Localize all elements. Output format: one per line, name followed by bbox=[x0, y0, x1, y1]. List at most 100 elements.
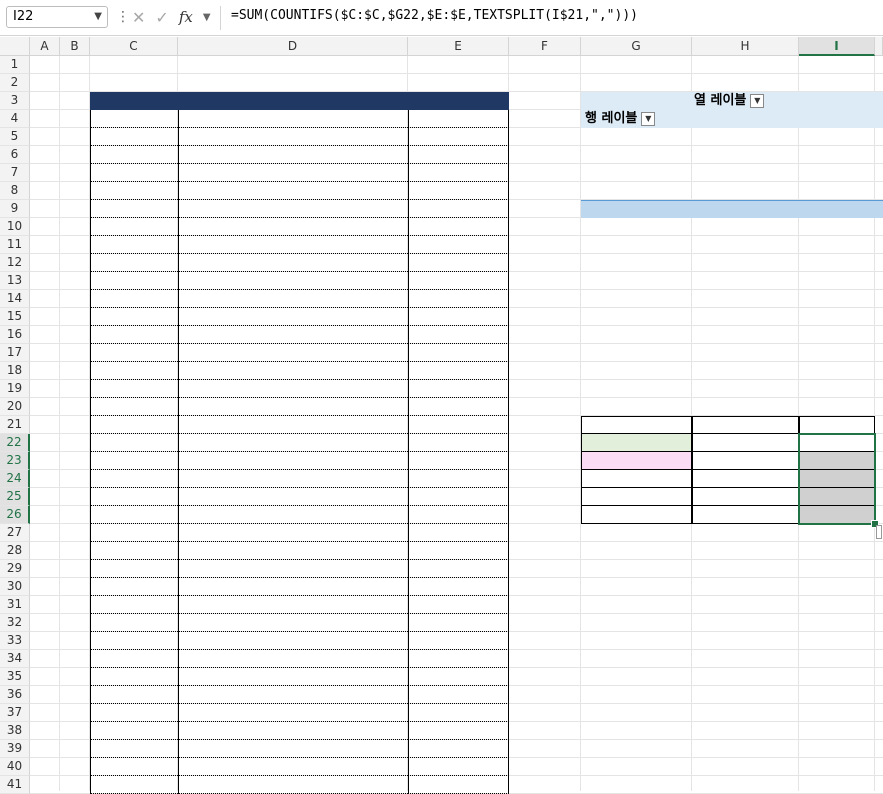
region-cell[interactable] bbox=[408, 344, 509, 362]
row-header[interactable]: 40 bbox=[0, 758, 30, 776]
region-cell[interactable] bbox=[408, 254, 509, 272]
note-cell[interactable] bbox=[178, 776, 408, 794]
row-header[interactable]: 29 bbox=[0, 560, 30, 578]
region-cell[interactable] bbox=[408, 488, 509, 506]
count-header-blank[interactable] bbox=[581, 416, 692, 434]
note-cell[interactable] bbox=[178, 380, 408, 398]
region-cell[interactable] bbox=[408, 596, 509, 614]
owner-cell[interactable] bbox=[90, 236, 178, 254]
owner-cell[interactable] bbox=[90, 218, 178, 236]
more-options-icon[interactable]: ⋮ bbox=[116, 9, 130, 25]
column-header-partial[interactable] bbox=[875, 37, 883, 56]
region-cell[interactable] bbox=[408, 128, 509, 146]
note-cell[interactable] bbox=[178, 200, 408, 218]
owner-cell[interactable] bbox=[90, 200, 178, 218]
quick-analysis-icon[interactable] bbox=[876, 525, 882, 539]
row-header[interactable]: 6 bbox=[0, 146, 30, 164]
owner-cell[interactable] bbox=[90, 362, 178, 380]
cancel-icon[interactable]: ✕ bbox=[132, 8, 145, 27]
table-header-cell[interactable] bbox=[178, 92, 408, 110]
note-cell[interactable] bbox=[178, 236, 408, 254]
region-cell[interactable] bbox=[408, 632, 509, 650]
note-cell[interactable] bbox=[178, 650, 408, 668]
region-cell[interactable] bbox=[408, 722, 509, 740]
note-cell[interactable] bbox=[178, 542, 408, 560]
row-header[interactable]: 4 bbox=[0, 110, 30, 128]
table-header-cell[interactable] bbox=[408, 92, 509, 110]
region-cell[interactable] bbox=[408, 434, 509, 452]
count-value[interactable] bbox=[799, 452, 875, 470]
row-header[interactable]: 28 bbox=[0, 542, 30, 560]
owner-cell[interactable] bbox=[90, 470, 178, 488]
note-cell[interactable] bbox=[178, 578, 408, 596]
pivot-value[interactable] bbox=[799, 182, 875, 200]
pivot-value[interactable] bbox=[692, 146, 799, 164]
column-header-i[interactable]: I bbox=[799, 37, 875, 56]
note-cell[interactable] bbox=[178, 128, 408, 146]
note-cell[interactable] bbox=[178, 434, 408, 452]
note-cell[interactable] bbox=[178, 218, 408, 236]
owner-cell[interactable] bbox=[90, 542, 178, 560]
pivot-value[interactable] bbox=[692, 182, 799, 200]
pivot-value[interactable] bbox=[799, 128, 875, 146]
note-cell[interactable] bbox=[178, 290, 408, 308]
select-all-corner[interactable] bbox=[0, 37, 30, 56]
region-cell[interactable] bbox=[408, 758, 509, 776]
count-col-header[interactable] bbox=[799, 416, 875, 434]
owner-cell[interactable] bbox=[90, 254, 178, 272]
row-header[interactable]: 41 bbox=[0, 776, 30, 794]
row-header[interactable]: 17 bbox=[0, 344, 30, 362]
count-value[interactable] bbox=[692, 434, 799, 452]
region-cell[interactable] bbox=[408, 650, 509, 668]
count-row-name[interactable] bbox=[581, 506, 692, 524]
region-cell[interactable] bbox=[408, 326, 509, 344]
formula-input[interactable]: =SUM(COUNTIFS($C:$C,$G22,$E:$E,TEXTSPLIT… bbox=[231, 8, 638, 23]
table-header-cell[interactable] bbox=[90, 92, 178, 110]
pivot-total-value[interactable] bbox=[799, 200, 875, 218]
region-cell[interactable] bbox=[408, 668, 509, 686]
row-header[interactable]: 10 bbox=[0, 218, 30, 236]
owner-cell[interactable] bbox=[90, 416, 178, 434]
pivot-row-name[interactable] bbox=[581, 164, 692, 182]
owner-cell[interactable] bbox=[90, 560, 178, 578]
row-header[interactable]: 1 bbox=[0, 56, 30, 74]
row-header[interactable]: 15 bbox=[0, 308, 30, 326]
note-cell[interactable] bbox=[178, 524, 408, 542]
region-cell[interactable] bbox=[408, 542, 509, 560]
filter-dropdown-icon[interactable]: ▼ bbox=[641, 111, 656, 126]
column-header-a[interactable]: A bbox=[30, 37, 60, 56]
row-header[interactable]: 7 bbox=[0, 164, 30, 182]
region-cell[interactable] bbox=[408, 614, 509, 632]
note-cell[interactable] bbox=[178, 470, 408, 488]
row-header[interactable]: 38 bbox=[0, 722, 30, 740]
pivot-value[interactable] bbox=[799, 146, 875, 164]
note-cell[interactable] bbox=[178, 740, 408, 758]
region-cell[interactable] bbox=[408, 578, 509, 596]
owner-cell[interactable] bbox=[90, 524, 178, 542]
region-cell[interactable] bbox=[408, 308, 509, 326]
owner-cell[interactable] bbox=[90, 632, 178, 650]
count-value[interactable] bbox=[692, 506, 799, 524]
count-row-name[interactable] bbox=[581, 434, 692, 452]
owner-cell[interactable] bbox=[90, 452, 178, 470]
row-header[interactable]: 23 bbox=[0, 452, 30, 470]
count-row-name[interactable] bbox=[581, 488, 692, 506]
region-cell[interactable] bbox=[408, 686, 509, 704]
count-value[interactable] bbox=[692, 452, 799, 470]
count-row-name[interactable] bbox=[581, 452, 692, 470]
region-cell[interactable] bbox=[408, 272, 509, 290]
owner-cell[interactable] bbox=[90, 326, 178, 344]
row-header[interactable]: 20 bbox=[0, 398, 30, 416]
owner-cell[interactable] bbox=[90, 380, 178, 398]
row-header[interactable]: 22 bbox=[0, 434, 30, 452]
owner-cell[interactable] bbox=[90, 740, 178, 758]
owner-cell[interactable] bbox=[90, 686, 178, 704]
pivot-row-name[interactable] bbox=[581, 146, 692, 164]
pivot-value[interactable] bbox=[799, 164, 875, 182]
chevron-down-icon[interactable]: ▼ bbox=[94, 7, 102, 27]
note-cell[interactable] bbox=[178, 164, 408, 182]
column-header-b[interactable]: B bbox=[60, 37, 90, 56]
note-cell[interactable] bbox=[178, 704, 408, 722]
row-header[interactable]: 27 bbox=[0, 524, 30, 542]
owner-cell[interactable] bbox=[90, 308, 178, 326]
